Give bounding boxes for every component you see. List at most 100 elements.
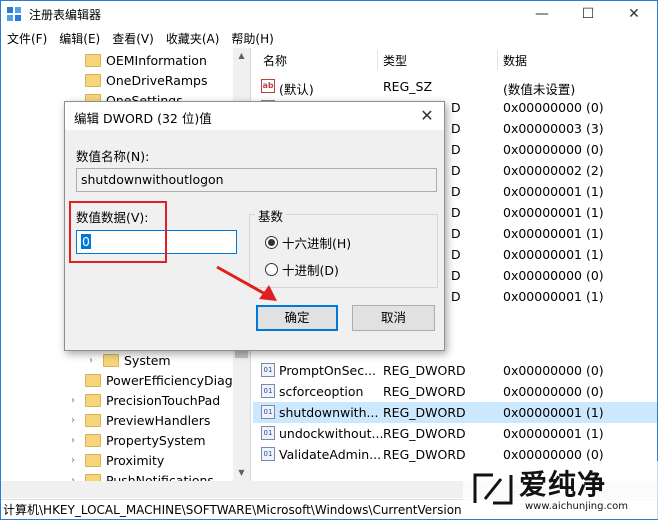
row-data: 0x00000000 (0): [503, 100, 604, 115]
regedit-icon: [7, 7, 21, 21]
tree-item-label: OEMInformation: [106, 52, 207, 68]
row-type: D: [451, 121, 461, 136]
list-row[interactable]: ab (默认) REG_SZ (数值未设置): [253, 76, 657, 97]
annotation-highlight-box: [69, 201, 167, 263]
folder-icon: [85, 473, 101, 481]
tree-item[interactable]: OEMInformation: [85, 50, 207, 70]
close-window-button[interactable]: ✕: [611, 1, 657, 27]
binary-value-icon: 01: [261, 383, 275, 398]
row-data: 0x00000000 (0): [503, 268, 604, 283]
base-label: 基数: [255, 206, 287, 225]
menu-file[interactable]: 文件(F): [7, 30, 47, 47]
row-data: 0x00000001 (1): [503, 226, 604, 241]
tree-item[interactable]: › PrecisionTouchPad: [71, 390, 220, 410]
row-type: D: [451, 184, 461, 199]
tree-item-label: PushNotifications: [106, 472, 214, 482]
hex-radio-label: 十六进制(H): [282, 236, 352, 251]
menu-favorites[interactable]: 收藏夹(A): [166, 30, 220, 47]
dialog-title: 编辑 DWORD (32 位)值: [74, 111, 212, 126]
hex-radio[interactable]: 十六进制(H): [265, 233, 351, 252]
folder-icon: [85, 433, 101, 447]
folder-icon: [85, 393, 101, 407]
row-name: shutdownwith...: [279, 404, 379, 420]
chevron-right-icon[interactable]: ›: [89, 355, 99, 366]
tree-item-label: PowerEfficiencyDiagno: [106, 372, 249, 388]
row-name: PromptOnSec...: [279, 362, 377, 378]
row-type: D: [451, 142, 461, 157]
tree-item[interactable]: › PreviewHandlers: [71, 410, 210, 430]
row-data: 0x00000001 (1): [503, 404, 604, 420]
value-name-label: 数值名称(N):: [76, 149, 150, 164]
row-type: REG_DWORD: [383, 362, 466, 378]
folder-icon: [85, 453, 101, 467]
row-name: (默认): [279, 82, 314, 97]
column-header-type[interactable]: 类型: [383, 52, 407, 69]
row-type: D: [451, 289, 461, 304]
chevron-right-icon[interactable]: ›: [71, 455, 81, 466]
binary-value-icon: 01: [261, 404, 275, 419]
row-data: 0x00000000 (0): [503, 446, 604, 462]
row-type: REG_DWORD: [383, 383, 466, 399]
menu-edit[interactable]: 编辑(E): [59, 30, 100, 47]
binary-value-icon: 01: [261, 425, 275, 440]
tree-item-label: PreviewHandlers: [106, 412, 211, 428]
folder-icon: [85, 413, 101, 427]
folder-icon: [85, 73, 101, 87]
dialog-title-bar: 编辑 DWORD (32 位)值 ✕: [65, 102, 444, 130]
row-data: 0x00000000 (0): [503, 142, 604, 157]
menu-bar: 文件(F) 编辑(E) 查看(V) 收藏夹(A) 帮助(H): [1, 28, 657, 48]
string-value-icon: ab: [261, 79, 275, 93]
ok-button[interactable]: 确定: [256, 305, 338, 331]
tree-item[interactable]: PowerEfficiencyDiagno: [71, 370, 248, 390]
tree-item[interactable]: › Proximity: [71, 450, 164, 470]
row-type: REG_DWORD: [383, 425, 466, 441]
list-row[interactable]: 01 shutdownwith... REG_DWORD 0x00000001 (1): [253, 401, 657, 423]
maximize-button[interactable]: ☐: [565, 1, 611, 27]
list-row[interactable]: 01 PromptOnSec... REG_DWORD 0x00000000 (0): [253, 360, 657, 381]
row-type: REG_SZ: [383, 79, 433, 94]
row-data: 0x00000000 (0): [503, 383, 604, 399]
tree-item[interactable]: › PushNotifications: [71, 470, 214, 481]
row-type: D: [451, 100, 461, 115]
row-type: D: [451, 247, 461, 262]
column-header-name[interactable]: 名称: [263, 52, 287, 69]
annotation-arrow-icon: [216, 265, 277, 301]
chevron-right-icon[interactable]: ›: [71, 435, 81, 446]
row-name: undockwithout...: [279, 425, 384, 441]
tree-item-label: System: [124, 352, 171, 368]
row-data: (数值未设置): [503, 82, 576, 97]
row-data: 0x00000002 (2): [503, 163, 604, 178]
row-data: 0x00000003 (3): [503, 121, 604, 136]
folder-icon: [103, 353, 119, 367]
column-divider[interactable]: [377, 50, 378, 70]
chevron-right-icon[interactable]: ›: [71, 395, 81, 406]
scroll-down-icon[interactable]: ▼: [233, 465, 250, 481]
row-type: REG_DWORD: [383, 404, 466, 420]
list-row[interactable]: 01 scforceoption REG_DWORD 0x00000000 (0): [253, 381, 657, 402]
watermark-logo-icon: [473, 473, 513, 505]
folder-icon: [85, 53, 101, 67]
column-divider[interactable]: [497, 50, 498, 70]
binary-value-icon: 01: [261, 362, 275, 377]
tree-item[interactable]: › PropertySystem: [71, 430, 206, 450]
radio-checked-icon: [265, 236, 278, 249]
tree-item-label: Proximity: [106, 452, 165, 468]
row-data: 0x00000001 (1): [503, 247, 604, 262]
dialog-close-button[interactable]: ✕: [416, 105, 438, 127]
minimize-button[interactable]: —: [519, 1, 565, 27]
tree-item[interactable]: OneDriveRamps: [85, 70, 207, 90]
tree-item-system[interactable]: › System: [89, 350, 171, 370]
chevron-right-icon[interactable]: ›: [71, 415, 81, 426]
row-name: scforceoption: [279, 383, 364, 399]
scroll-up-icon[interactable]: ▲: [233, 48, 250, 64]
menu-view[interactable]: 查看(V): [112, 30, 154, 47]
row-type: REG_DWORD: [383, 446, 466, 462]
cancel-button[interactable]: 取消: [352, 305, 435, 331]
row-name: ValidateAdmin...: [279, 446, 382, 462]
column-header-data[interactable]: 数据: [503, 52, 527, 69]
list-row[interactable]: 01 undockwithout... REG_DWORD 0x00000001 (1…: [253, 423, 657, 444]
watermark: 爱纯净 www.aichunjing.com: [463, 461, 658, 519]
watermark-url: www.aichunjing.com: [525, 501, 628, 512]
row-data: 0x00000001 (1): [503, 205, 604, 220]
menu-help[interactable]: 帮助(H): [231, 30, 273, 47]
